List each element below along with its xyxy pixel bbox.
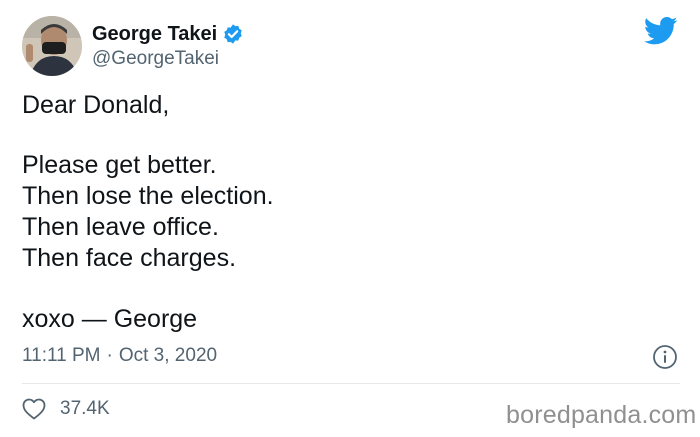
like-action[interactable]: 37.4K bbox=[22, 398, 110, 420]
tweet-line-1: Please get better. bbox=[22, 151, 217, 179]
tweet-line-greeting: Dear Donald, bbox=[22, 91, 170, 119]
avatar[interactable] bbox=[22, 16, 82, 76]
like-count: 37.4K bbox=[60, 398, 110, 419]
tweet-line-2: Then lose the election. bbox=[22, 182, 274, 210]
heart-icon[interactable] bbox=[22, 398, 46, 420]
avatar-photo bbox=[22, 16, 82, 76]
verified-badge-icon bbox=[222, 23, 244, 45]
tweet-line-4: Then face charges. bbox=[22, 244, 237, 272]
divider bbox=[22, 383, 680, 384]
tweet-timestamp[interactable]: 11:11 PM · Oct 3, 2020 bbox=[22, 344, 217, 368]
watermark: boredpanda.com bbox=[506, 401, 697, 429]
tweet-date[interactable]: Oct 3, 2020 bbox=[119, 345, 217, 366]
tweet-signoff: xoxo — George bbox=[22, 305, 198, 333]
twitter-bird-icon[interactable] bbox=[643, 16, 678, 46]
author-display-name[interactable]: George Takei bbox=[92, 22, 217, 46]
meta-separator: · bbox=[106, 345, 113, 366]
tweet-time[interactable]: 11:11 PM bbox=[22, 345, 101, 366]
tweet-line-3: Then leave office. bbox=[22, 213, 219, 241]
info-icon[interactable] bbox=[652, 344, 678, 370]
author-handle[interactable]: @GeorgeTakei bbox=[92, 48, 219, 70]
author-name-row[interactable]: George Takei bbox=[92, 22, 244, 46]
